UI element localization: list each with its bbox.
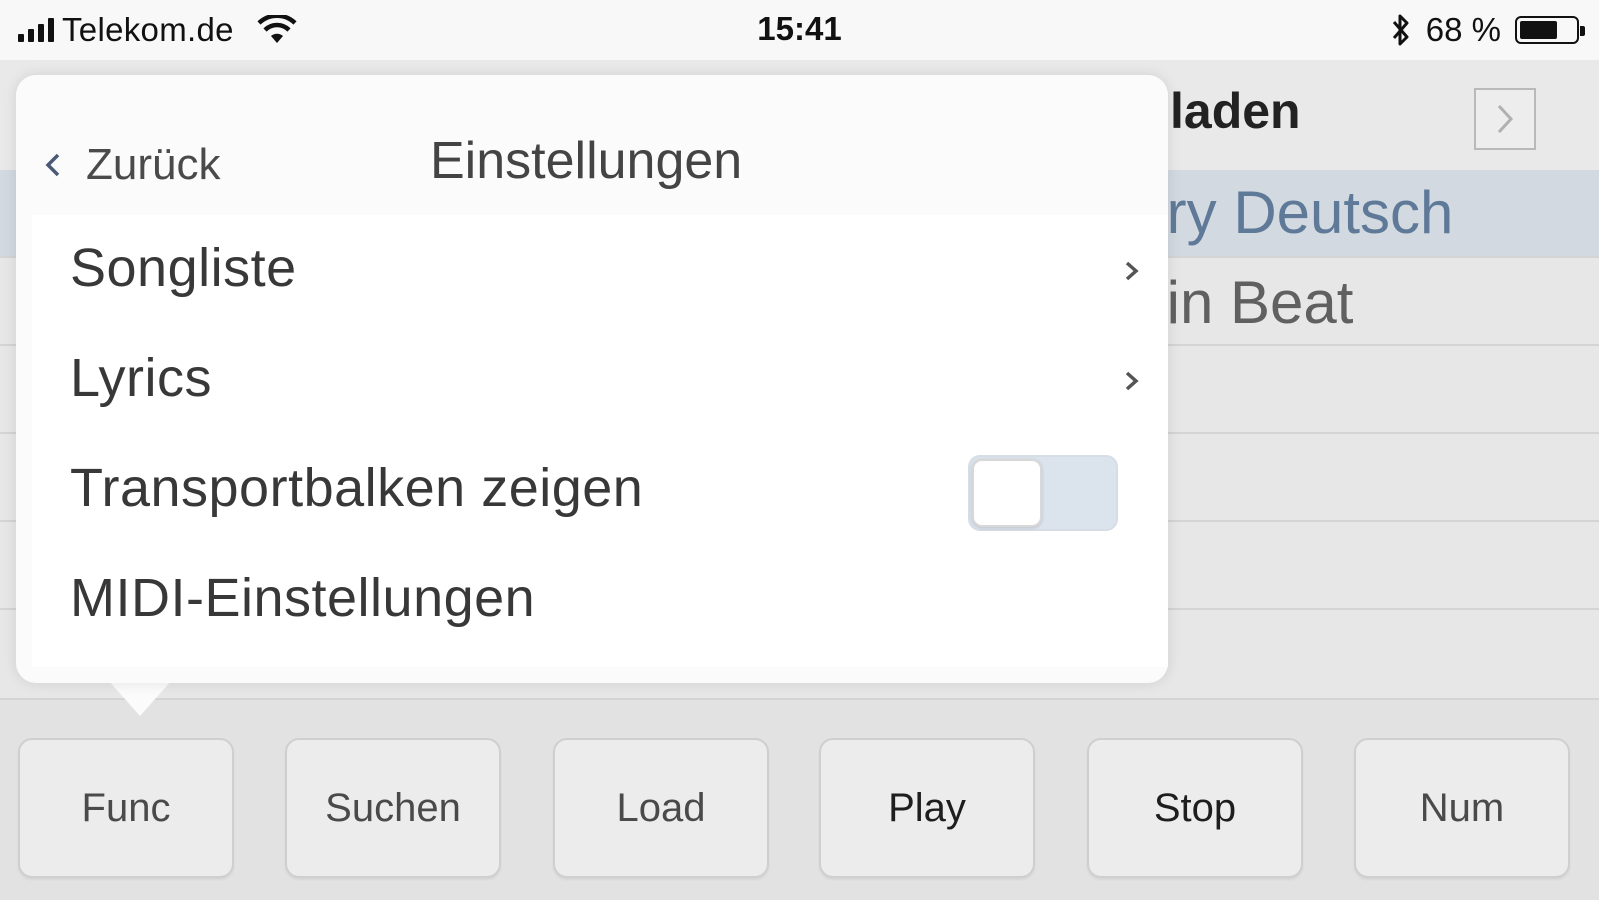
settings-list: Songliste Lyrics Transportbalken zeigen … [32,215,1168,667]
func-button[interactable]: Func [18,738,234,878]
background-row-label: tin Beat [1150,269,1354,336]
chevron-right-icon [1125,261,1139,281]
chevron-right-icon [1125,371,1139,391]
next-button[interactable] [1474,88,1536,150]
play-button[interactable]: Play [819,738,1035,878]
bluetooth-icon [1392,14,1409,46]
suchen-button[interactable]: Suchen [285,738,501,878]
settings-item-transportbalken: Transportbalken zeigen [32,435,1168,547]
back-button[interactable]: Zurück [42,137,220,193]
settings-item-label: Lyrics [70,348,213,408]
battery-fill [1520,21,1557,39]
background-row-label: try Deutsch [1150,179,1454,246]
popover-header: Zurück Einstellungen [16,75,1168,215]
background-title: laden [1170,83,1301,139]
load-button[interactable]: Load [553,738,769,878]
num-button[interactable]: Num [1354,738,1570,878]
settings-popover: Zurück Einstellungen Songliste Lyrics Tr… [16,75,1168,683]
battery-nub [1580,26,1585,36]
settings-item-lyrics[interactable]: Lyrics [32,325,1168,437]
status-right: 68 % [1390,10,1585,50]
settings-item-label: MIDI-Einstellungen [70,568,536,628]
popover-arrow [108,680,172,716]
settings-item-midi[interactable]: MIDI-Einstellungen [32,545,1168,657]
popover-title: Einstellungen [430,132,743,190]
back-label: Zurück [86,140,221,189]
transportbalken-toggle[interactable] [968,455,1118,531]
settings-item-label: Songliste [70,238,297,298]
toggle-knob [972,459,1042,527]
status-time: 15:41 [757,10,842,47]
chevron-left-icon [45,153,60,177]
battery-icon [1515,16,1585,44]
status-bar: Telekom.de 15:41 68 % [0,0,1599,60]
battery-percent: 68 % [1425,11,1501,48]
chevron-right-icon [1497,104,1514,134]
settings-item-songliste[interactable]: Songliste [32,215,1168,327]
settings-item-label: Transportbalken zeigen [70,458,644,518]
stop-button[interactable]: Stop [1087,738,1303,878]
